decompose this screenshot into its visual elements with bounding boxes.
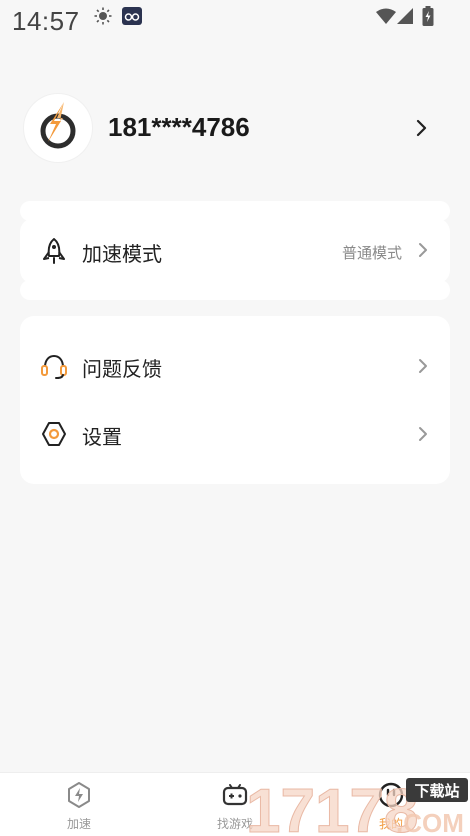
signal-icon (397, 8, 413, 24)
tab-label: 加速 (66, 817, 91, 831)
status-bar: 14:57 (0, 0, 470, 40)
chevron-right-icon[interactable] (416, 119, 428, 137)
menu-item-feedback[interactable]: 问题反馈 (20, 336, 450, 396)
app-notification-icon (122, 7, 142, 25)
menu-item-label: 设置 (82, 425, 122, 449)
wifi-icon (376, 8, 396, 24)
lightning-badge-icon (68, 782, 90, 808)
menu-item-settings[interactable]: 设置 (20, 404, 450, 464)
profile-row[interactable]: 181****4786 (24, 94, 444, 162)
avatar (24, 94, 92, 162)
chevron-right-icon (419, 427, 427, 441)
chevron-right-icon (419, 359, 427, 373)
acceleration-mode-label: 加速模式 (82, 242, 162, 266)
acceleration-mode-value: 普通模式 (341, 244, 402, 262)
brightness-icon (94, 7, 112, 25)
rocket-icon (43, 238, 65, 264)
tab-find-games[interactable]: 找游戏 (190, 773, 280, 836)
bottom-tab-bar: 加速 找游戏 我的 (0, 772, 470, 836)
menu-card: 问题反馈 设置 (20, 316, 450, 484)
gamepad-icon (222, 784, 248, 806)
battery-icon (422, 6, 434, 26)
tab-mine[interactable]: 我的 (346, 773, 436, 836)
chevron-right-icon (419, 243, 427, 257)
settings-icon (42, 422, 66, 446)
tab-accelerate[interactable]: 加速 (34, 773, 124, 836)
headset-icon (41, 354, 67, 379)
tab-label: 找游戏 (216, 817, 253, 831)
acceleration-mode-card[interactable]: 加速模式 普通模式 (20, 218, 450, 284)
menu-item-label: 问题反馈 (82, 357, 162, 381)
profile-face-icon (378, 782, 404, 808)
acceleration-mode-row[interactable]: 加速模式 普通模式 (20, 221, 450, 281)
app-logo-icon (40, 102, 76, 149)
tab-label: 我的 (378, 817, 403, 831)
user-phone: 181****4786 (108, 112, 250, 142)
status-time: 14:57 (12, 6, 80, 36)
